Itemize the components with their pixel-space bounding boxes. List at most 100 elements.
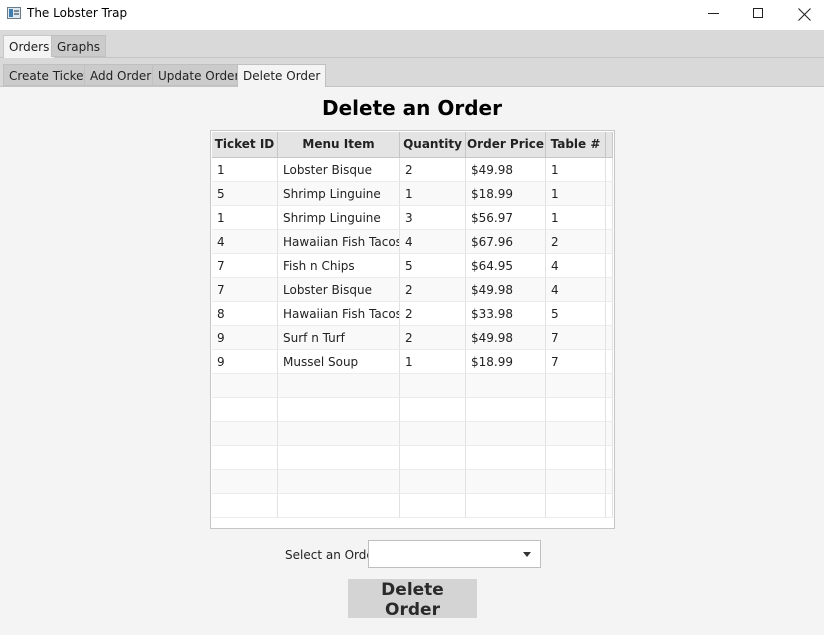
- main-tab-bar: Orders Graphs: [0, 30, 824, 58]
- table-cell: Hawaiian Fish Tacos: [278, 230, 400, 254]
- minimize-button[interactable]: [690, 0, 736, 30]
- tab-update-order[interactable]: Update Order: [152, 64, 246, 86]
- table-row[interactable]: 9 Surf n Turf 2 $49.98 7: [212, 326, 613, 350]
- table-row[interactable]: 5 Shrimp Linguine 1 $18.99 1: [212, 182, 613, 206]
- table-cell: 4: [546, 278, 606, 302]
- tab-create-ticket[interactable]: Create Ticket: [3, 64, 95, 86]
- column-header-filler: [606, 132, 613, 157]
- table-cell: [212, 422, 278, 446]
- column-header-menu-item[interactable]: Menu Item: [278, 132, 400, 157]
- table-cell: 9: [212, 350, 278, 374]
- table-row[interactable]: 8 Hawaiian Fish Tacos 2 $33.98 5: [212, 302, 613, 326]
- table-row[interactable]: 4 Hawaiian Fish Tacos 4 $67.96 2: [212, 230, 613, 254]
- table-cell: [278, 422, 400, 446]
- table-cell: [466, 374, 546, 398]
- column-header-quantity[interactable]: Quantity: [400, 132, 466, 157]
- table-cell: [466, 398, 546, 422]
- table-cell: 2: [400, 326, 466, 350]
- table-cell: 7: [212, 254, 278, 278]
- table-cell: 1: [546, 206, 606, 230]
- column-header-order-price[interactable]: Order Price: [466, 132, 546, 157]
- table-cell: [212, 374, 278, 398]
- chevron-down-icon: [523, 552, 531, 557]
- table-cell-filler: [606, 494, 613, 518]
- table-cell: 1: [546, 158, 606, 182]
- table-cell: Lobster Bisque: [278, 278, 400, 302]
- delete-order-button[interactable]: Delete Order: [348, 579, 477, 620]
- table-cell: [466, 422, 546, 446]
- table-cell: [400, 398, 466, 422]
- table-cell-filler: [606, 302, 613, 326]
- table-cell: $49.98: [466, 326, 546, 350]
- table-cell: 5: [212, 182, 278, 206]
- table-cell: $18.99: [466, 182, 546, 206]
- table-cell-filler: [606, 278, 613, 302]
- table-cell: [546, 398, 606, 422]
- table-header: Ticket ID Menu Item Quantity Order Price…: [212, 132, 613, 158]
- table-cell: $64.95: [466, 254, 546, 278]
- table-cell: 1: [212, 158, 278, 182]
- table-cell: 9: [212, 326, 278, 350]
- table-cell: [212, 446, 278, 470]
- page-title: Delete an Order: [322, 96, 502, 120]
- table-cell: $67.96: [466, 230, 546, 254]
- table-cell: 4: [212, 230, 278, 254]
- maximize-button[interactable]: [735, 0, 781, 30]
- table-cell: $33.98: [466, 302, 546, 326]
- table-cell: 4: [400, 230, 466, 254]
- table-cell: [546, 494, 606, 518]
- table-row[interactable]: 1 Lobster Bisque 2 $49.98 1: [212, 158, 613, 182]
- tab-delete-order[interactable]: Delete Order: [237, 64, 327, 87]
- table-cell: [400, 494, 466, 518]
- table-cell-filler: [606, 158, 613, 182]
- close-button[interactable]: [781, 0, 824, 30]
- table-cell: 8: [212, 302, 278, 326]
- table-cell: 2: [400, 278, 466, 302]
- empty-table-row: [212, 470, 613, 494]
- table-cell: 2: [400, 302, 466, 326]
- tab-orders[interactable]: Orders: [3, 35, 56, 58]
- table-cell-filler: [606, 398, 613, 422]
- table-cell: 7: [212, 278, 278, 302]
- column-header-ticket-id[interactable]: Ticket ID: [212, 132, 278, 157]
- select-order-dropdown[interactable]: [368, 540, 541, 568]
- table-cell: [278, 446, 400, 470]
- empty-table-row: [212, 422, 613, 446]
- table-cell: 2: [546, 230, 606, 254]
- table-cell-filler: [606, 374, 613, 398]
- column-header-table-number[interactable]: Table #: [546, 132, 606, 157]
- table-cell: [278, 470, 400, 494]
- table-cell: Fish n Chips: [278, 254, 400, 278]
- table-cell: Shrimp Linguine: [278, 182, 400, 206]
- table-cell: [546, 422, 606, 446]
- table-cell: Mussel Soup: [278, 350, 400, 374]
- table-cell: 1: [400, 350, 466, 374]
- table-cell: [212, 470, 278, 494]
- table-cell-filler: [606, 254, 613, 278]
- orders-table[interactable]: Ticket ID Menu Item Quantity Order Price…: [210, 130, 615, 529]
- table-cell: Shrimp Linguine: [278, 206, 400, 230]
- table-row[interactable]: 7 Fish n Chips 5 $64.95 4: [212, 254, 613, 278]
- table-cell-filler: [606, 422, 613, 446]
- empty-table-row: [212, 494, 613, 518]
- orders-tab-bar: Create Ticket Add Order Update Order Del…: [0, 58, 824, 87]
- tab-graphs[interactable]: Graphs: [51, 35, 107, 57]
- table-cell: 2: [400, 158, 466, 182]
- table-cell: 3: [400, 206, 466, 230]
- table-cell: [212, 398, 278, 422]
- empty-table-row: [212, 374, 613, 398]
- table-cell-filler: [606, 230, 613, 254]
- table-cell: 4: [546, 254, 606, 278]
- table-row[interactable]: 7 Lobster Bisque 2 $49.98 4: [212, 278, 613, 302]
- table-row[interactable]: 9 Mussel Soup 1 $18.99 7: [212, 350, 613, 374]
- table-cell: $56.97: [466, 206, 546, 230]
- empty-table-row: [212, 446, 613, 470]
- table-cell: 1: [546, 182, 606, 206]
- table-cell: [400, 422, 466, 446]
- table-cell: 5: [400, 254, 466, 278]
- tab-add-order[interactable]: Add Order: [84, 64, 158, 86]
- table-cell: 1: [400, 182, 466, 206]
- table-cell: Surf n Turf: [278, 326, 400, 350]
- table-cell-filler: [606, 206, 613, 230]
- table-row[interactable]: 1 Shrimp Linguine 3 $56.97 1: [212, 206, 613, 230]
